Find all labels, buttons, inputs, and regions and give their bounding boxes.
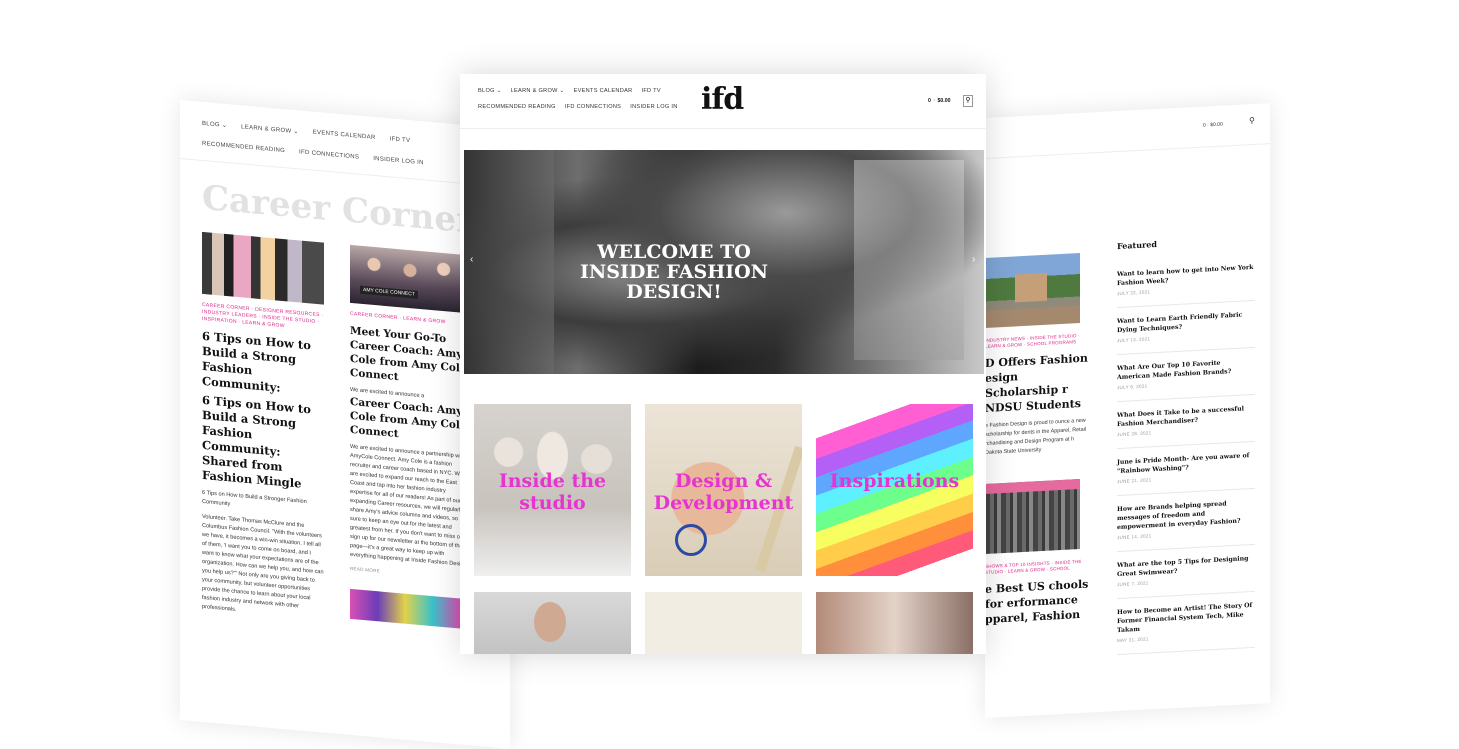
post-thumbnail[interactable] (985, 479, 1080, 554)
post-excerpt: We are excited to announce a partnership… (350, 443, 469, 569)
left-nav-ifd-tv[interactable]: IFD TV (390, 136, 411, 145)
left-nav-blog[interactable]: BLOG ⌄ (202, 120, 227, 129)
tile-label: Inspirations (829, 470, 960, 492)
search-icon[interactable]: ⚲ (963, 95, 973, 107)
post-thumbnail[interactable] (350, 588, 460, 629)
slider-prev-arrow-icon[interactable]: ‹ (470, 254, 473, 265)
post-title[interactable]: Meet Your Go-To Career Coach: Amy Cole f… (350, 324, 470, 390)
nav-ifd-connections[interactable]: IFD CONNECTIONS (565, 104, 621, 110)
hero-slider[interactable]: WELCOME TO INSIDE FASHION DESIGN! ‹ › (464, 150, 984, 374)
left-nav-events[interactable]: EVENTS CALENDAR (313, 130, 376, 142)
thumbnail-banner (985, 479, 1080, 494)
featured-item[interactable]: How are Brands helping spread messages o… (1117, 488, 1255, 553)
thumbnail-banner: AMY COLE CONNECT (360, 285, 418, 299)
category-tile-inside-studio[interactable]: Inside the studio (474, 404, 631, 576)
post-categories[interactable]: SHOWS & TOP 10 INSIGHTS · INSIDE THE STU… (985, 558, 1090, 576)
hero-image-light (854, 160, 964, 360)
featured-item-title[interactable]: How are Brands helping spread messages o… (1117, 498, 1255, 532)
post-categories[interactable]: CAREER CORNER · DESIGNER RESOURCES · IND… (202, 302, 324, 334)
featured-item[interactable]: June is Pride Month- Are you aware of "R… (1117, 441, 1255, 497)
post-title-repeat: 6 Tips on How to Build a Strong Fashion … (202, 392, 311, 491)
category-tile-design-development[interactable]: Design & Development (645, 404, 802, 576)
featured-heading: Featured (1117, 238, 1157, 252)
post-thumbnail[interactable] (202, 231, 324, 305)
featured-item[interactable]: How to Become an Artist! The Story Of Fo… (1117, 591, 1255, 656)
left-nav-learn-grow[interactable]: LEARN & GROW ⌄ (241, 123, 299, 135)
cart-total: $0.00 (937, 98, 951, 104)
featured-item-title[interactable]: How to Become an Artist! The Story Of Fo… (1117, 601, 1255, 635)
section-title: Career Corner (202, 177, 474, 242)
slider-next-arrow-icon[interactable]: › (972, 254, 975, 265)
post-card: AMY COLE CONNECT CAREER CORNER · LEARN &… (350, 244, 470, 629)
post-excerpt: e Fashion Design is proud to ounce a new… (985, 417, 1086, 456)
left-nav-login[interactable]: INSIDER LOG IN (373, 156, 424, 166)
hero-image-shade (464, 150, 554, 374)
cart-summary[interactable]: 0 · $0.00 (928, 98, 951, 104)
nav-insider-login[interactable]: INSIDER LOG IN (630, 104, 677, 110)
featured-item[interactable]: What Does it Take to be a successful Fas… (1117, 394, 1255, 450)
cart-count: 0 (928, 98, 931, 104)
nav-learn-grow[interactable]: LEARN & GROW ⌄ (511, 88, 565, 94)
nav-ifd-tv[interactable]: IFD TV (641, 88, 660, 94)
post-card: INDUSTRY NEWS · INSIDE THE STUDIO · LEAR… (985, 252, 1090, 633)
hero-title: WELCOME TO INSIDE FASHION DESIGN! (579, 241, 769, 303)
featured-item[interactable]: Want to learn how to get into New York F… (1117, 253, 1255, 309)
category-tile[interactable] (474, 592, 631, 654)
post-card: CAREER CORNER · DESIGNER RESOURCES · IND… (202, 231, 324, 623)
featured-sidebar: Featured Want to learn how to get into N… (1117, 234, 1255, 656)
post-title[interactable]: e Best US chools for erformance pparel, … (985, 576, 1090, 627)
tile-label: Inside the studio (498, 470, 607, 514)
search-icon[interactable]: ⚲ (1249, 116, 1255, 125)
left-nav: BLOG ⌄ LEARN & GROW ⌄ EVENTS CALENDAR IF… (202, 120, 424, 180)
post-excerpt-title: 6 Tips on How to Build a Stronger Fashio… (202, 489, 307, 508)
cart-summary[interactable]: 0 · $0.00 (1203, 122, 1223, 129)
featured-item[interactable]: What are the top 5 Tips for Designing Gr… (1117, 544, 1255, 600)
nav-recommended-reading[interactable]: RECOMMENDED READING (478, 104, 556, 110)
post-title[interactable]: D Offers Fashion esign Scholarship r NDS… (985, 350, 1090, 416)
main-nav: BLOG ⌄ LEARN & GROW ⌄ EVENTS CALENDAR IF… (478, 88, 678, 120)
category-tile-inspirations[interactable]: Inspirations (816, 404, 973, 576)
site-logo[interactable]: ifd (701, 82, 744, 117)
center-page-mockup: BLOG ⌄ LEARN & GROW ⌄ EVENTS CALENDAR IF… (460, 74, 986, 654)
nav-blog[interactable]: BLOG ⌄ (478, 88, 502, 94)
divider (985, 143, 1270, 159)
post-categories[interactable]: INDUSTRY NEWS · INSIDE THE STUDIO · LEAR… (985, 332, 1090, 350)
portrait-graphic (534, 602, 566, 642)
tile-label: Design & Development (653, 470, 794, 514)
category-tile[interactable] (645, 592, 802, 654)
nav-events-calendar[interactable]: EVENTS CALENDAR (574, 88, 633, 94)
featured-item[interactable]: What Are Our Top 10 Favorite American Ma… (1117, 347, 1255, 403)
header-divider (460, 128, 986, 129)
scissors-graphic (675, 524, 707, 556)
post-thumbnail[interactable] (985, 253, 1080, 328)
right-page-mockup: 0 · $0.00 ⚲ INDUSTRY NEWS · INSIDE THE S… (985, 103, 1270, 718)
featured-item[interactable]: Want to Learn Earth Friendly Fabric Dyin… (1117, 300, 1255, 356)
post-thumbnail[interactable]: AMY COLE CONNECT (350, 244, 470, 314)
cart-separator: · (931, 98, 937, 104)
post-title[interactable]: 6 Tips on How to Build a Strong Fashion … (202, 329, 324, 400)
left-nav-reading[interactable]: RECOMMENDED READING (202, 141, 285, 154)
category-tile[interactable] (816, 592, 973, 654)
post-excerpt: Volunteer. Take Thomas McClure and the C… (202, 513, 324, 613)
left-nav-connections[interactable]: IFD CONNECTIONS (299, 149, 359, 160)
